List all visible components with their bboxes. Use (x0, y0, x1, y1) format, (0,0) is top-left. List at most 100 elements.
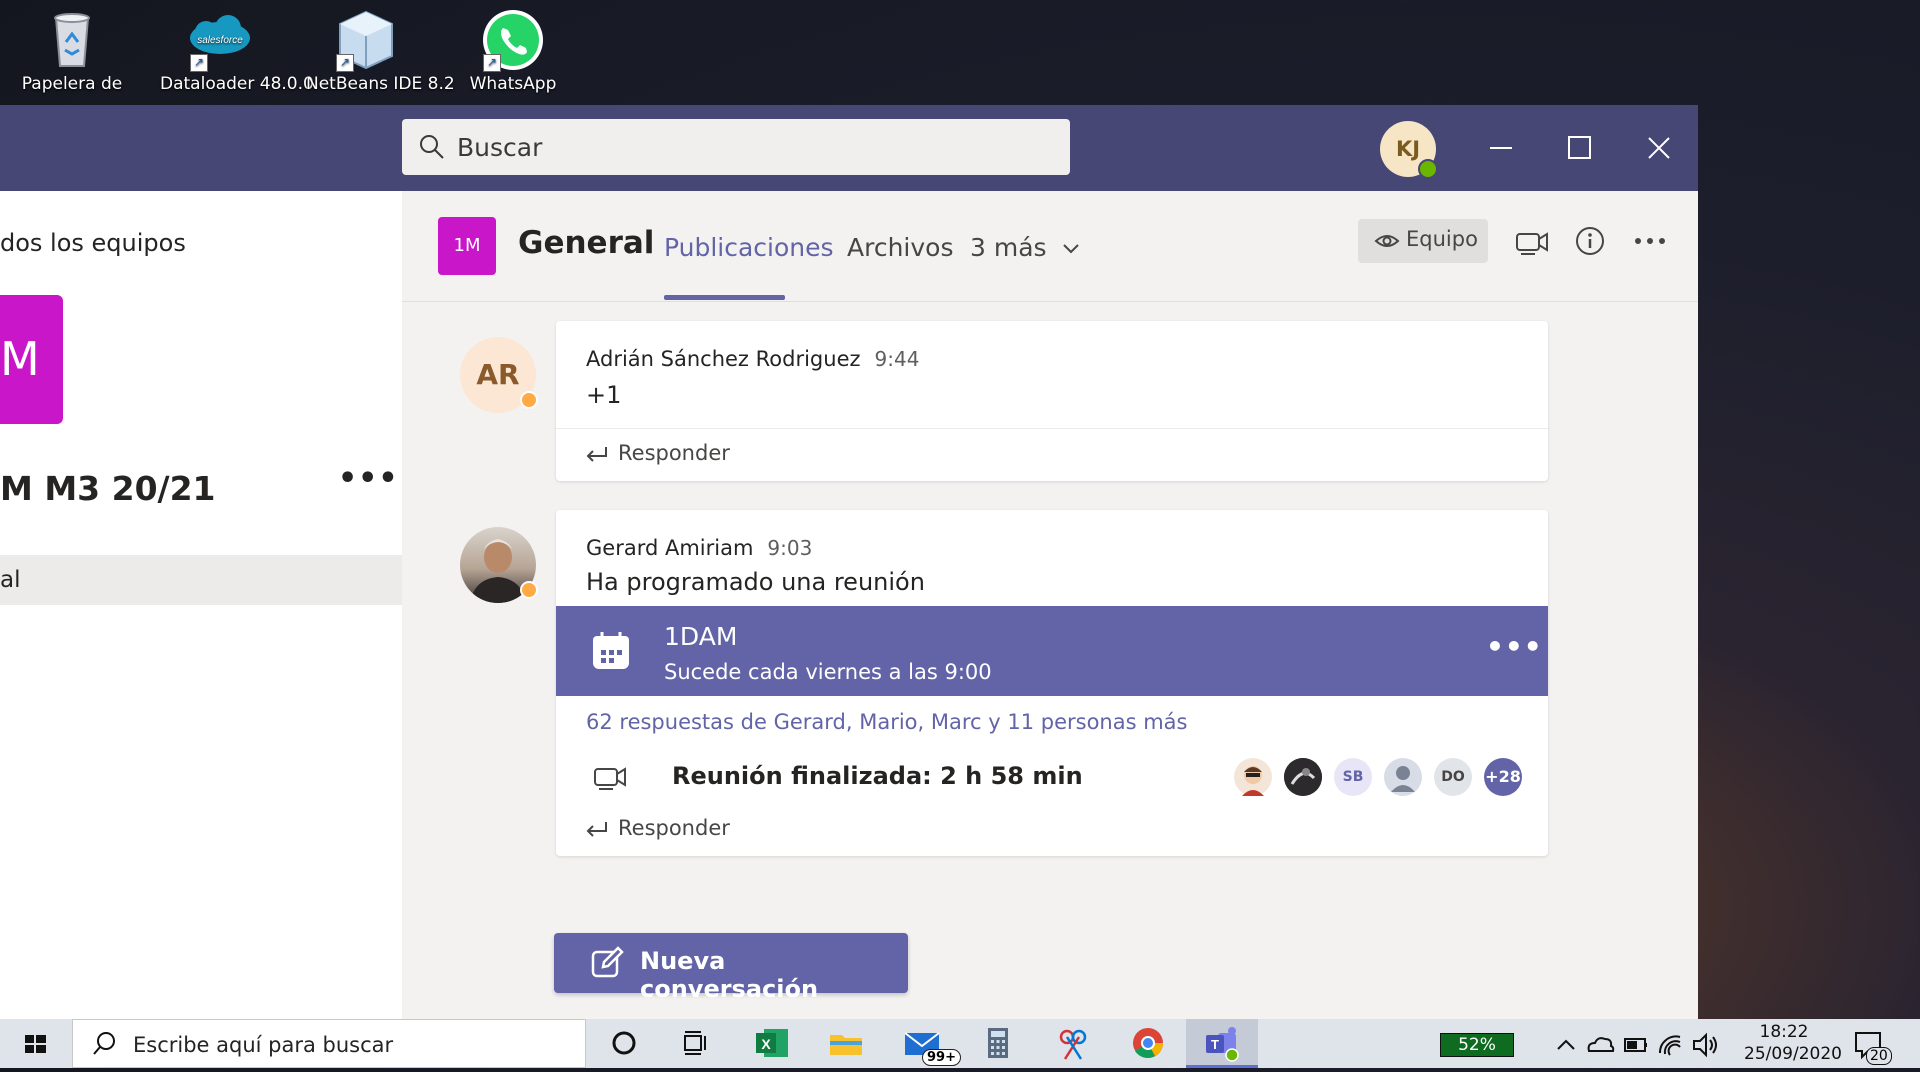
salesforce-icon: salesforce ↗ (188, 8, 252, 72)
divider (556, 428, 1548, 429)
task-view-icon[interactable] (676, 1023, 716, 1063)
team-more-options-button[interactable]: ••• (338, 461, 399, 496)
compose-icon (591, 946, 624, 978)
search-input[interactable]: Buscar (402, 119, 1070, 175)
desktop-icon-whatsapp[interactable]: ↗ WhatsApp (453, 8, 573, 94)
tab-publicaciones[interactable]: Publicaciones (664, 233, 834, 262)
title-bar: Buscar KJ (0, 105, 1698, 191)
minimize-button[interactable] (1476, 123, 1526, 173)
reply-label: Responder (618, 816, 730, 840)
teams-window: Buscar KJ dos los equipos M M M3 20/21 •… (0, 105, 1698, 1019)
clock[interactable]: 18:22 25/09/2020 (1744, 1021, 1842, 1065)
meeting-recurrence: Sucede cada viernes a las 9:00 (664, 660, 992, 684)
meeting-card[interactable]: 1DAM Sucede cada viernes a las 9:00 ••• (556, 606, 1548, 696)
desktop-icon-label: WhatsApp (469, 74, 557, 94)
clock-date: 25/09/2020 (1744, 1044, 1842, 1064)
user-avatar[interactable]: KJ (1380, 121, 1438, 179)
excel-icon[interactable]: X (752, 1023, 792, 1063)
tab-more[interactable]: 3 más (970, 233, 1081, 262)
user-initials: KJ (1395, 137, 1421, 161)
svg-text:T: T (1211, 1037, 1219, 1052)
reply-button[interactable]: Responder (584, 816, 730, 840)
meeting-title: 1DAM (664, 622, 738, 651)
desktop-icon-label: NetBeans IDE 8.2 (306, 74, 455, 94)
svg-text:salesforce: salesforce (197, 35, 243, 46)
calculator-icon[interactable] (978, 1023, 1018, 1063)
close-button[interactable] (1634, 123, 1684, 173)
desktop-icon-recycle-bin[interactable]: Papelera de (12, 8, 132, 94)
file-explorer-icon[interactable] (826, 1023, 866, 1063)
team-tile-text: M (0, 332, 40, 386)
battery-widget[interactable]: 52% (1440, 1033, 1514, 1057)
close-icon (1648, 137, 1670, 159)
onedrive-icon[interactable] (1580, 1025, 1620, 1065)
message-author: Gerard Amiriam (586, 536, 754, 560)
mail-app-icon[interactable]: 99+ (902, 1023, 961, 1066)
desktop-icon-dataloader[interactable]: salesforce ↗ Dataloader 48.0.0 (160, 8, 314, 94)
taskbar-search-input[interactable]: Escribe aquí para buscar (72, 1019, 586, 1068)
message-card: Adrián Sánchez Rodriguez 9:44 +1 Responde… (556, 321, 1548, 481)
channel-item-general[interactable]: al (0, 555, 402, 605)
replies-summary-link[interactable]: 62 respuestas de Gerard, Mario, Marc y 1… (586, 710, 1187, 734)
eye-icon (1374, 235, 1400, 247)
team-tile[interactable]: M (0, 295, 63, 424)
participant-avatar[interactable]: DO (1434, 758, 1472, 796)
volume-icon[interactable] (1686, 1025, 1726, 1065)
reply-button[interactable]: Responder (584, 441, 730, 465)
meet-now-icon[interactable] (1514, 227, 1550, 257)
channel-title: General (518, 225, 655, 261)
desktop-icon-label: Dataloader 48.0.0 (160, 74, 314, 94)
cartoon-avatar-icon (1242, 766, 1264, 796)
meeting-more-button[interactable]: ••• (1486, 630, 1543, 663)
message-header: Gerard Amiriam 9:03 (586, 536, 812, 560)
team-name: M M3 20/21 (0, 469, 216, 508)
calendar-icon (593, 632, 629, 669)
participant-avatar[interactable] (1284, 758, 1322, 796)
mail-badge: 99+ (922, 1049, 961, 1066)
more-participants-badge[interactable]: +28 (1484, 758, 1522, 796)
recycle-bin-icon (40, 8, 104, 72)
cortana-icon[interactable] (604, 1023, 644, 1063)
message-header: Adrián Sánchez Rodriguez 9:44 (586, 347, 919, 371)
meeting-ended-icon (594, 767, 626, 790)
snip-sketch-icon[interactable] (1053, 1023, 1093, 1063)
message-author: Adrián Sánchez Rodriguez (586, 347, 861, 371)
maximize-icon (1568, 136, 1591, 159)
photo-avatar-icon (1284, 758, 1322, 796)
teams-taskbar-button[interactable]: T (1186, 1019, 1258, 1068)
clock-time: 18:22 (1759, 1022, 1809, 1042)
minimize-icon (1490, 147, 1512, 149)
team-visibility-label: Equipo (1406, 227, 1478, 251)
participant-avatar[interactable] (1234, 758, 1272, 796)
start-button[interactable] (0, 1019, 72, 1068)
battery-icon[interactable] (1616, 1025, 1656, 1065)
author-avatar[interactable] (460, 527, 538, 603)
author-avatar[interactable]: AR (460, 337, 538, 413)
team-visibility-button[interactable]: Equipo (1358, 219, 1488, 263)
channel-tile: 1M (438, 217, 496, 275)
new-conversation-label: Nueva conversación (640, 947, 819, 1003)
message-text: +1 (586, 381, 622, 409)
channel-item-label: al (0, 567, 21, 593)
message-text: Ha programado una reunión (586, 568, 925, 596)
new-conversation-button[interactable]: Nueva conversación (554, 933, 908, 1003)
maximize-button[interactable] (1555, 123, 1605, 173)
all-teams-link[interactable]: dos los equipos (0, 229, 186, 257)
info-icon[interactable] (1574, 225, 1606, 257)
chrome-icon[interactable] (1128, 1023, 1168, 1063)
whatsapp-icon: ↗ (481, 8, 545, 72)
message-time: 9:03 (767, 536, 813, 560)
search-icon (93, 1032, 115, 1055)
action-center-button[interactable]: 20 (1848, 1025, 1892, 1065)
notification-count: 20 (1866, 1047, 1892, 1065)
tab-archivos[interactable]: Archivos (847, 233, 953, 262)
more-options-icon[interactable] (1632, 235, 1668, 247)
search-icon (420, 135, 444, 159)
message-card: Gerard Amiriam 9:03 Ha programado una reu… (556, 510, 1548, 856)
message-time: 9:44 (874, 347, 920, 371)
desktop-icon-netbeans[interactable]: ↗ NetBeans IDE 8.2 (306, 8, 455, 94)
chevron-down-icon (1062, 244, 1079, 254)
participant-avatar[interactable]: SB (1334, 758, 1372, 796)
participant-avatar[interactable] (1384, 758, 1422, 796)
taskbar: Escribe aquí para buscar X 99+ T 52% 18:… (0, 1019, 1920, 1068)
